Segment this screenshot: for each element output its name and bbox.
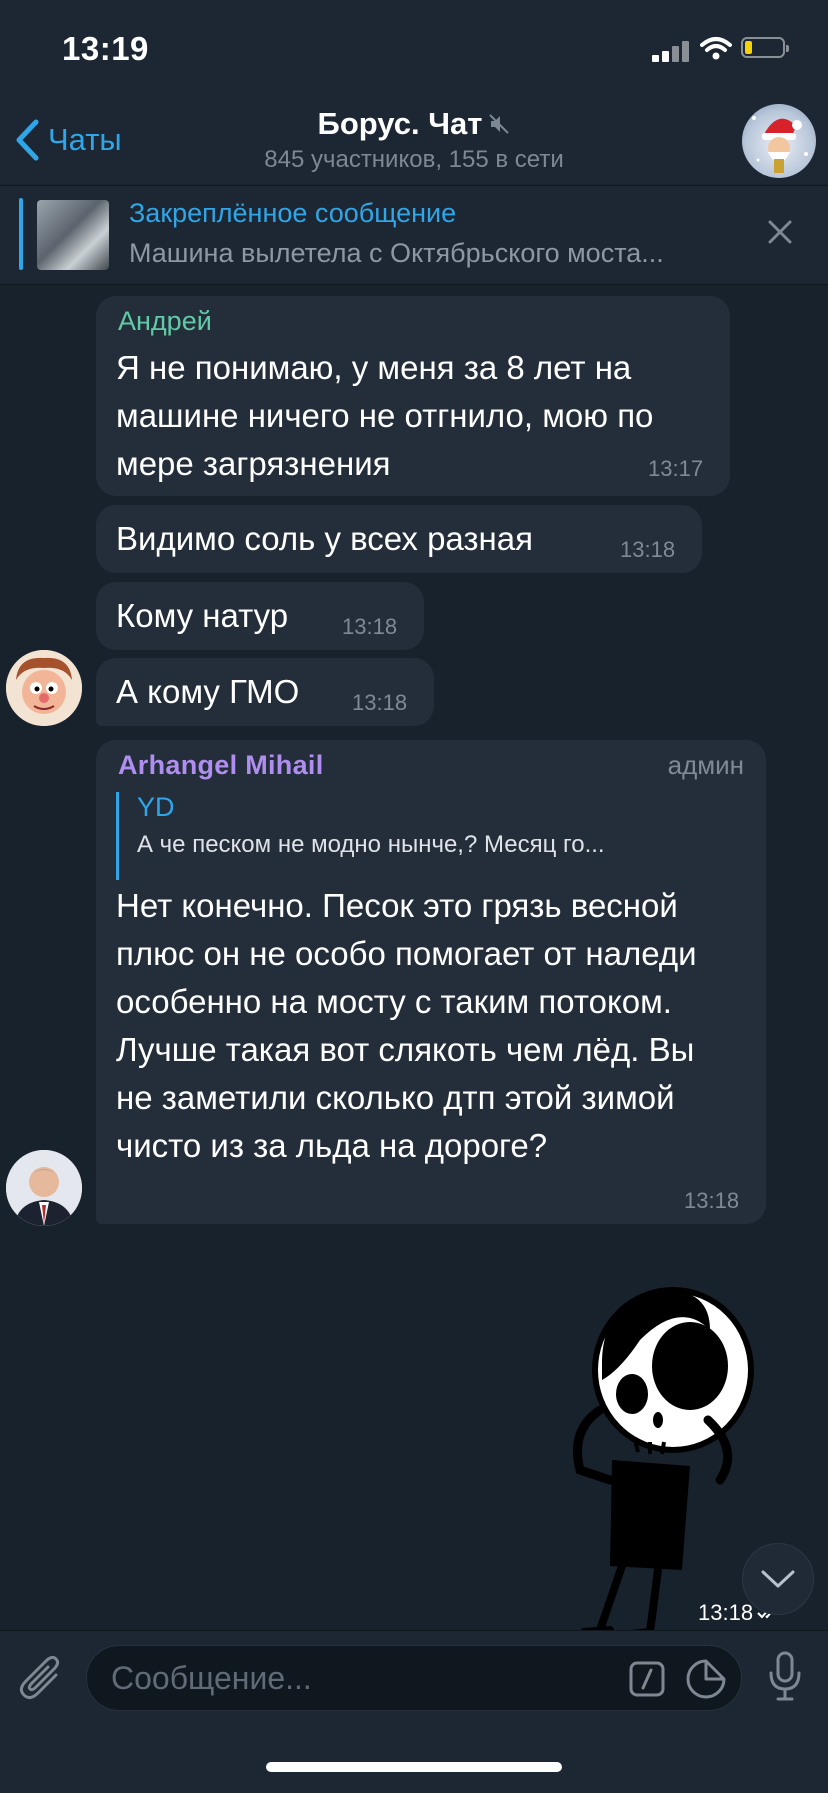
pinned-text: Машина вылетела с Октябрьского моста... [129,238,664,268]
message-input[interactable]: Сообщение... [86,1645,742,1711]
scroll-to-bottom-button[interactable] [742,1543,814,1615]
message-time: 13:18 [620,537,676,562]
chat-title: Борус. Чат [317,106,483,141]
sender-name[interactable]: Андрей [118,306,212,337]
microphone-icon[interactable] [768,1651,802,1703]
chat-avatar[interactable] [742,104,816,178]
mute-icon [489,114,510,134]
santa-avatar-icon [752,116,808,173]
sender-name[interactable]: Arhangel Mihail [118,750,324,781]
sticker-image[interactable] [540,1270,770,1640]
close-icon[interactable] [764,216,796,248]
message-bubble[interactable]: Видимо соль у всех разная 13:18 [96,505,702,573]
paperclip-icon[interactable] [18,1653,64,1703]
message-bubble[interactable]: Кому натур 13:18 [96,582,424,650]
message-placeholder: Сообщение... [111,1660,312,1696]
sticker-icon[interactable] [686,1659,726,1699]
pinned-accent-bar [19,198,23,270]
reply-preview[interactable]: YD А че песком не модно нынче,? Месяц го… [116,792,756,880]
status-time: 13:19 [62,30,149,67]
admin-badge: админ [667,750,744,780]
user-avatar[interactable] [6,650,82,726]
battery-icon [741,37,789,58]
message-time: 13:18 [684,1188,740,1213]
message-bubble[interactable]: Андрей Я не понимаю, у меня за 8 лет на … [96,296,730,496]
message-text: Видимо соль у всех разная [116,520,533,557]
user-avatar[interactable] [6,1150,82,1226]
reply-sender: YD [137,792,175,822]
pinned-title: Закреплённое сообщение [129,198,457,228]
pinned-message[interactable]: Закреплённое сообщение Машина вылетела с… [0,185,828,285]
message-text: А кому ГМО [116,673,300,710]
message-text: Кому натур [116,597,289,634]
message-text: Нет конечно. Песок это грязь весной плюс… [116,887,697,1164]
home-indicator[interactable] [266,1762,562,1772]
reply-text: А че песком не модно нынче,? Месяц го... [137,831,605,858]
chat-subtitle: 845 участников, 155 в сети [264,146,564,173]
message-bubble[interactable]: А кому ГМО 13:18 [96,658,434,726]
man-portrait-icon [6,1150,82,1226]
chevron-down-icon [761,1570,795,1588]
chat-header: Чаты Борус. Чат 845 участников, 155 в се… [0,100,828,184]
signal-icon [652,40,692,62]
message-bubble[interactable]: Arhangel Mihail админ YD А че песком не … [96,740,766,1224]
message-time: 13:17 [648,456,704,481]
pinned-thumbnail [37,200,109,270]
wifi-icon [700,37,732,60]
sticker-time: 13:18 [698,1600,754,1625]
message-time: 13:18 [342,614,398,639]
message-text: Я не понимаю, у меня за 8 лет на машине … [116,349,654,482]
status-bar: 13:19 [0,0,828,100]
bot-command-icon[interactable] [629,1661,665,1697]
cartoon-face-icon [6,650,82,726]
message-time: 13:18 [352,690,408,715]
chat-title-area[interactable]: Борус. Чат 845 участников, 155 в сети [0,106,828,174]
